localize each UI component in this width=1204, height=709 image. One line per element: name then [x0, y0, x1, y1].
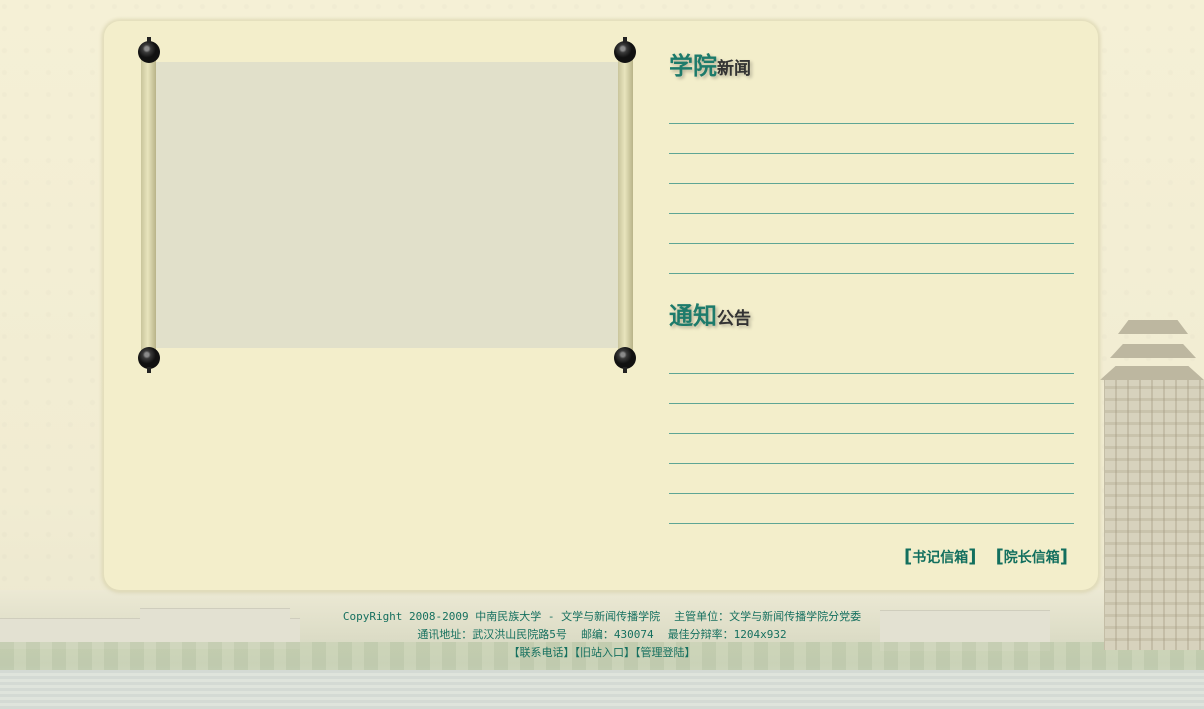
scroll-knob-icon: [614, 37, 636, 63]
notice-item[interactable]: [669, 374, 1074, 404]
scroll-rod-right: [618, 58, 633, 352]
scroll-image-area[interactable]: [156, 62, 618, 348]
admin-login-link[interactable]: 【管理登陆】: [635, 646, 696, 659]
footer-sponsor: 主管单位：文学与新闻传播学院分党委: [674, 610, 862, 623]
notice-section-title: 通知公告: [669, 296, 751, 331]
page-footer: CopyRight 2008-2009 中南民族大学 - 文学与新闻传播学院 主管…: [0, 608, 1204, 662]
background-water: [0, 670, 1204, 709]
notice-item[interactable]: [669, 434, 1074, 464]
scroll-knob-icon: [614, 347, 636, 373]
notice-item[interactable]: [669, 344, 1074, 374]
news-item[interactable]: [669, 214, 1074, 244]
dean-mailbox-link[interactable]: [院长信箱]: [996, 546, 1068, 567]
news-item[interactable]: [669, 244, 1074, 274]
footer-copyright: CopyRight 2008-2009 中南民族大学 - 文学与新闻传播学院: [342, 610, 661, 623]
notice-title-sub: 公告: [717, 309, 751, 329]
old-site-link[interactable]: 【旧站入口】: [575, 646, 636, 659]
scroll-rod-left: [141, 58, 156, 352]
scroll-knob-icon: [138, 37, 160, 63]
news-item[interactable]: [669, 124, 1074, 154]
footer-line-3: 【联系电话】【旧站入口】【管理登陆】: [0, 644, 1204, 662]
contact-phone-link[interactable]: 【联系电话】: [509, 646, 575, 659]
mail-links: [书记信箱] [院长信箱]: [890, 546, 1068, 567]
news-title-sub: 新闻: [717, 59, 751, 79]
image-scroll: [138, 37, 638, 373]
secretary-mailbox-link[interactable]: [书记信箱]: [904, 546, 976, 567]
notice-item[interactable]: [669, 494, 1074, 524]
notice-title-main: 通知: [669, 302, 717, 330]
footer-line-2: 通讯地址：武汉洪山民院路5号 邮编：430074 最佳分辩率：1204x932: [0, 626, 1204, 644]
notice-item[interactable]: [669, 404, 1074, 434]
notice-list: [669, 344, 1074, 524]
news-title-main: 学院: [669, 52, 717, 80]
background-tower: [1098, 320, 1204, 650]
notice-item[interactable]: [669, 464, 1074, 494]
footer-postcode: 邮编：430074: [580, 628, 654, 641]
footer-resolution: 最佳分辩率：1204x932: [667, 628, 787, 641]
news-item[interactable]: [669, 184, 1074, 214]
news-item[interactable]: [669, 94, 1074, 124]
scroll-knob-icon: [138, 347, 160, 373]
news-section-title: 学院新闻: [669, 46, 751, 81]
news-list: [669, 94, 1074, 274]
footer-address: 通讯地址：武汉洪山民院路5号: [417, 628, 567, 641]
footer-line-1: CopyRight 2008-2009 中南民族大学 - 文学与新闻传播学院 主管…: [0, 608, 1204, 626]
news-item[interactable]: [669, 154, 1074, 184]
